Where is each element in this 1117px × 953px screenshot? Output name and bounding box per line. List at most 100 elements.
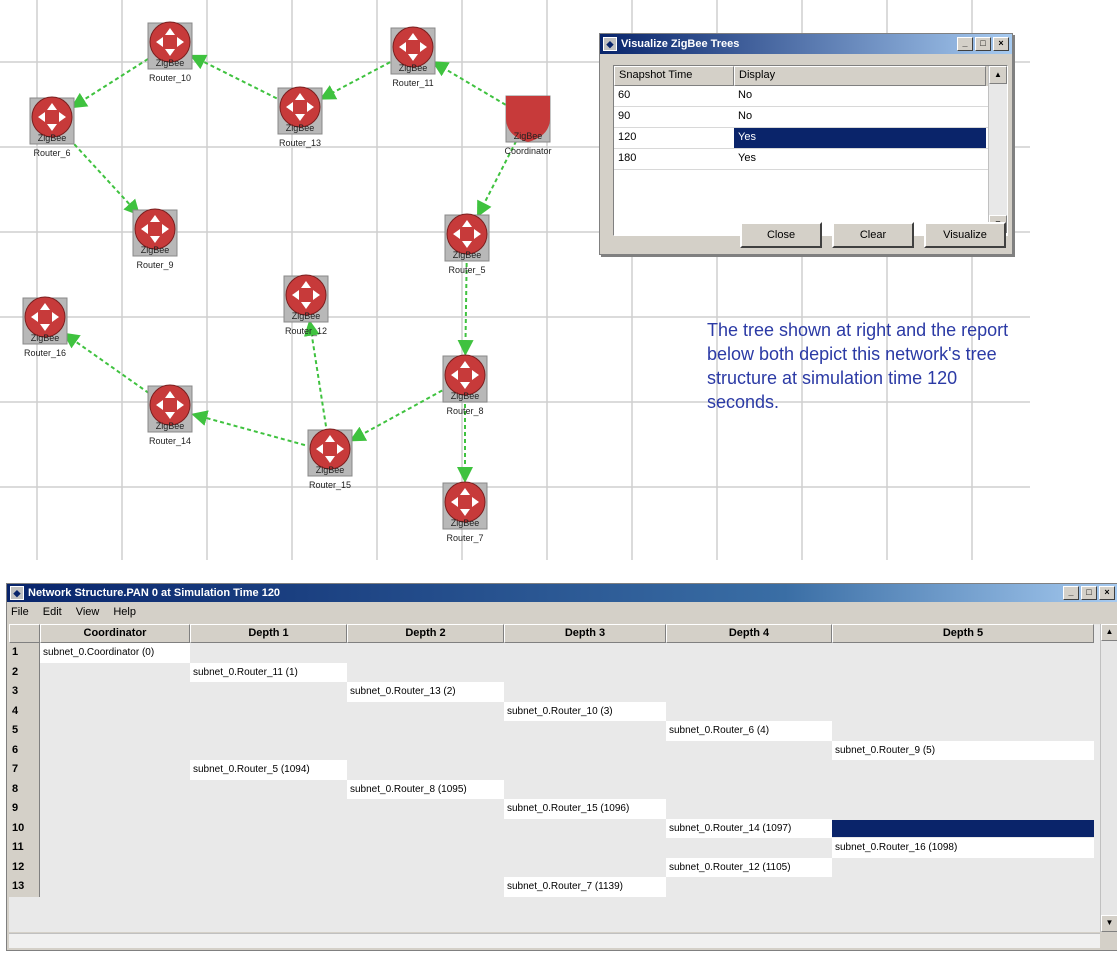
scroll-down-icon[interactable]: ▼ [1101, 915, 1117, 932]
empty-cell[interactable] [832, 760, 1094, 780]
close-button[interactable]: Close [740, 222, 822, 248]
clear-button[interactable]: Clear [832, 222, 914, 248]
empty-cell[interactable] [40, 819, 190, 839]
table-row[interactable]: 4 subnet_0.Router_10 (3) [9, 701, 1100, 722]
empty-cell[interactable] [504, 741, 666, 761]
network-nodes[interactable]: ZigBee Router_10 ZigBee Router_11 ZigBee Rout… [22, 21, 552, 543]
snapshot-row[interactable]: 180 Yes [614, 149, 1007, 170]
empty-cell[interactable] [832, 858, 1094, 878]
empty-cell[interactable] [190, 799, 347, 819]
empty-cell[interactable] [347, 819, 504, 839]
empty-cell[interactable] [666, 838, 832, 858]
display-cell[interactable]: No [734, 107, 986, 127]
table-row[interactable]: 13 subnet_0.Router_7 (1139) [9, 877, 1100, 897]
router-node[interactable]: ZigBee Router_14 [147, 384, 193, 446]
empty-cell[interactable] [190, 721, 347, 741]
empty-cell[interactable] [190, 838, 347, 858]
empty-cell[interactable] [347, 858, 504, 878]
router-node[interactable]: ZigBee Router_10 [147, 21, 193, 83]
node-cell[interactable]: subnet_0.Router_5 (1094) [190, 760, 347, 780]
empty-cell[interactable] [347, 877, 504, 897]
menu-help[interactable]: Help [113, 606, 136, 618]
minimize-icon[interactable]: _ [957, 37, 973, 51]
empty-cell[interactable] [504, 819, 666, 839]
empty-cell[interactable] [666, 682, 832, 702]
empty-cell[interactable] [190, 877, 347, 897]
table-row[interactable]: 2 subnet_0.Router_11 (1) [9, 662, 1100, 683]
empty-cell[interactable] [347, 760, 504, 780]
empty-cell[interactable] [832, 682, 1094, 702]
empty-cell[interactable] [666, 760, 832, 780]
router-node[interactable]: ZigBee Router_11 [390, 26, 436, 88]
empty-cell[interactable] [190, 858, 347, 878]
node-cell[interactable]: subnet_0.Coordinator (0) [40, 643, 190, 663]
empty-cell[interactable] [40, 741, 190, 761]
router-node[interactable]: ZigBee Router_7 [442, 481, 488, 543]
coordinator-node[interactable]: ZigBee Coordinator [504, 95, 552, 156]
empty-cell[interactable] [504, 858, 666, 878]
structure-horizontal-scrollbar[interactable] [9, 933, 1100, 948]
table-row[interactable]: 11 subnet_0.Router_16 (1098) [9, 838, 1100, 858]
empty-cell[interactable] [832, 877, 1094, 897]
col-depth-3[interactable]: Depth 3 [504, 624, 666, 643]
structure-vertical-scrollbar[interactable]: ▲ ▼ [1100, 624, 1117, 932]
selected-cell[interactable] [832, 819, 1094, 837]
empty-cell[interactable] [504, 780, 666, 800]
col-depth-2[interactable]: Depth 2 [347, 624, 504, 643]
scroll-up-icon[interactable]: ▲ [989, 66, 1007, 84]
empty-cell[interactable] [832, 702, 1094, 722]
router-node[interactable]: ZigBee Router_16 [22, 296, 68, 358]
empty-cell[interactable] [40, 799, 190, 819]
empty-cell[interactable] [190, 741, 347, 761]
router-node[interactable]: ZigBee Router_5 [444, 213, 490, 275]
router-node[interactable]: ZigBee Router_8 [442, 354, 488, 416]
structure-titlebar[interactable]: ◆ Network Structure.PAN 0 at Simulation … [7, 584, 1117, 602]
col-depth-5[interactable]: Depth 5 [832, 624, 1094, 643]
node-cell[interactable]: subnet_0.Router_15 (1096) [504, 799, 666, 819]
table-row[interactable]: 9 subnet_0.Router_15 (1096) [9, 799, 1100, 819]
empty-cell[interactable] [347, 702, 504, 722]
empty-cell[interactable] [504, 643, 666, 663]
col-depth-1[interactable]: Depth 1 [190, 624, 347, 643]
close-icon[interactable]: × [1099, 586, 1115, 600]
snapshot-row[interactable]: 90 No [614, 107, 1007, 128]
display-cell[interactable]: Yes [734, 128, 986, 148]
empty-cell[interactable] [40, 721, 190, 741]
node-cell[interactable]: subnet_0.Router_12 (1105) [666, 857, 832, 877]
node-cell[interactable]: subnet_0.Router_16 (1098) [832, 838, 1094, 858]
empty-cell[interactable] [190, 819, 347, 839]
table-row[interactable]: 5 subnet_0.Router_6 (4) [9, 721, 1100, 741]
minimize-icon[interactable]: _ [1063, 586, 1079, 600]
empty-cell[interactable] [347, 838, 504, 858]
dialog-titlebar[interactable]: ◆ Visualize ZigBee Trees _ □ × [600, 34, 1012, 54]
router-node[interactable]: ZigBee Router_12 [283, 274, 329, 336]
empty-cell[interactable] [666, 643, 832, 663]
empty-cell[interactable] [832, 780, 1094, 800]
empty-cell[interactable] [666, 663, 832, 683]
empty-cell[interactable] [832, 643, 1094, 663]
empty-cell[interactable] [504, 682, 666, 702]
snapshot-row[interactable]: 120 Yes [614, 128, 1007, 149]
router-node[interactable]: ZigBee Router_9 [132, 208, 178, 270]
empty-cell[interactable] [504, 838, 666, 858]
empty-cell[interactable] [40, 877, 190, 897]
col-display[interactable]: Display [734, 66, 986, 86]
display-cell[interactable]: Yes [734, 149, 986, 169]
empty-cell[interactable] [190, 702, 347, 722]
node-cell[interactable]: subnet_0.Router_8 (1095) [347, 779, 504, 799]
table-row[interactable]: 7 subnet_0.Router_5 (1094) [9, 760, 1100, 780]
table-row[interactable]: 12 subnet_0.Router_12 (1105) [9, 857, 1100, 878]
col-depth-4[interactable]: Depth 4 [666, 624, 832, 643]
empty-cell[interactable] [190, 643, 347, 663]
empty-cell[interactable] [832, 721, 1094, 741]
visualize-button[interactable]: Visualize [924, 222, 1006, 248]
empty-cell[interactable] [666, 702, 832, 722]
empty-cell[interactable] [40, 780, 190, 800]
empty-cell[interactable] [40, 663, 190, 683]
empty-cell[interactable] [40, 760, 190, 780]
router-node[interactable]: ZigBee Router_6 [29, 96, 75, 158]
close-icon[interactable]: × [993, 37, 1009, 51]
empty-cell[interactable] [666, 741, 832, 761]
router-node[interactable]: ZigBee Router_13 [277, 86, 323, 148]
empty-cell[interactable] [832, 663, 1094, 683]
